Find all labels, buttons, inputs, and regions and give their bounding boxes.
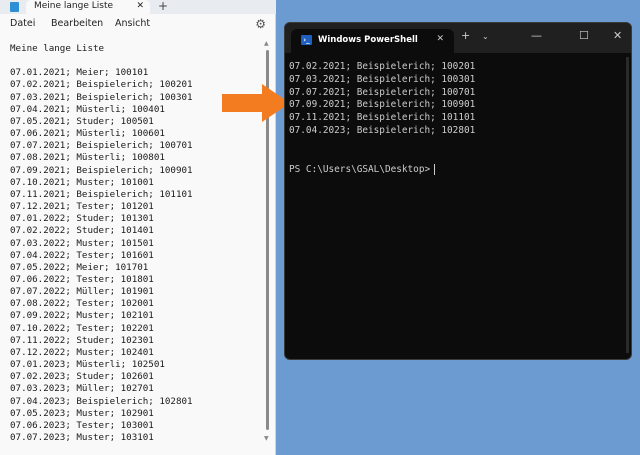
tab-title: Meine lange Liste — [34, 1, 114, 11]
output-line: 07.07.2021; Beispielerich; 100701 — [289, 86, 476, 98]
text-line: 07.06.2023; Tester; 103001 — [10, 419, 154, 431]
text-line: 07.04.2023; Beispielerich; 102801 — [10, 395, 193, 407]
text-line: 07.06.2021; Müsterli; 100601 — [10, 128, 165, 140]
text-line: 07.10.2022; Tester; 102201 — [10, 322, 154, 334]
menu-ansicht[interactable]: Ansicht — [115, 18, 150, 29]
tab-meine-lange-liste[interactable]: Meine lange Liste ✕ — [26, 0, 150, 14]
close-tab-icon[interactable]: ✕ — [136, 0, 144, 13]
text-line: 07.01.2021; Meier; 100101 — [10, 67, 149, 79]
new-tab-button[interactable]: + — [461, 29, 470, 42]
output-line: 07.03.2021; Beispielerich; 100301 — [289, 73, 476, 85]
text-line: 07.12.2022; Muster; 102401 — [10, 346, 154, 358]
new-tab-button[interactable]: + — [158, 0, 168, 13]
powershell-window: ›_ Windows PowerShell ✕ + ⌄ — ☐ ✕ 07.02.… — [284, 22, 632, 360]
close-window-button[interactable]: ✕ — [613, 29, 622, 42]
close-tab-icon[interactable]: ✕ — [436, 34, 444, 44]
terminal-title-bar: ›_ Windows PowerShell ✕ + ⌄ — ☐ ✕ — [285, 23, 631, 53]
menu-bar: Datei Bearbeiten Ansicht ⚙ — [0, 15, 276, 35]
text-line: 07.03.2022; Muster; 101501 — [10, 237, 154, 249]
text-line: 07.04.2022; Tester; 101601 — [10, 249, 154, 261]
text-line: 07.04.2021; Müsterli; 100401 — [10, 103, 165, 115]
text-line: 07.02.2021; Beispielerich; 100201 — [10, 79, 193, 91]
text-line: 07.06.2022; Tester; 101801 — [10, 273, 154, 285]
terminal-scrollbar[interactable] — [626, 57, 629, 353]
text-line: 07.05.2021; Studer; 100501 — [10, 115, 154, 127]
tab-dropdown-chevron-icon[interactable]: ⌄ — [482, 32, 489, 41]
notepad-window: Meine lange Liste ✕ + Datei Bearbeiten An… — [0, 0, 276, 455]
orange-arrow-icon — [222, 84, 290, 122]
menu-datei[interactable]: Datei — [10, 18, 35, 29]
text-line: 07.07.2021; Beispielerich; 100701 — [10, 140, 193, 152]
text-line: 07.05.2023; Muster; 102901 — [10, 407, 154, 419]
text-line: 07.07.2022; Müller; 101901 — [10, 286, 154, 298]
text-line: 07.01.2022; Studer; 101301 — [10, 213, 154, 225]
text-line: 07.02.2023; Studer; 102601 — [10, 371, 154, 383]
tab-windows-powershell[interactable]: ›_ Windows PowerShell ✕ — [291, 29, 454, 53]
output-line: 07.04.2023; Beispielerich; 102801 — [289, 124, 476, 136]
text-line: 07.09.2021; Beispielerich; 100901 — [10, 164, 193, 176]
scroll-up-icon[interactable]: ▲ — [264, 40, 269, 47]
text-line: 07.01.2023; Müsterli; 102501 — [10, 359, 165, 371]
terminal-output: 07.02.2021; Beispielerich; 100201 07.03.2… — [289, 61, 475, 138]
text-line: 07.02.2022; Studer; 101401 — [10, 225, 154, 237]
text-line: 07.12.2021; Tester; 101201 — [10, 201, 154, 213]
menu-bearbeiten[interactable]: Bearbeiten — [51, 18, 103, 29]
text-line: 07.09.2022; Muster; 102101 — [10, 310, 154, 322]
text-line: 07.10.2021; Muster; 101001 — [10, 176, 154, 188]
text-line: 07.03.2021; Beispielerich; 100301 — [10, 91, 193, 103]
text-line: 07.11.2021; Beispielerich; 101101 — [10, 188, 193, 200]
text-line: 07.05.2022; Meier; 101701 — [10, 261, 149, 273]
text-line: 07.08.2022; Tester; 102001 — [10, 298, 154, 310]
text-cursor — [434, 164, 436, 175]
maximize-button[interactable]: ☐ — [579, 29, 589, 42]
text-line: 07.08.2021; Müsterli; 100801 — [10, 152, 165, 164]
text-line: 07.11.2022; Studer; 102301 — [10, 334, 154, 346]
editor-text-area[interactable]: Meine lange Liste 07.01.2021; Meier; 100… — [10, 43, 193, 444]
notepad-tab-bar: Meine lange Liste ✕ + — [0, 0, 276, 14]
output-line: 07.09.2021; Beispielerich; 100901 — [289, 99, 476, 111]
minimize-button[interactable]: — — [531, 29, 542, 42]
notepad-app-icon — [10, 2, 19, 12]
scroll-down-icon[interactable]: ▼ — [264, 435, 269, 442]
text-line: 07.03.2023; Müller; 102701 — [10, 383, 154, 395]
settings-gear-icon[interactable]: ⚙ — [255, 17, 266, 31]
powershell-icon: ›_ — [301, 35, 312, 45]
text-line: 07.07.2023; Muster; 103101 — [10, 432, 154, 443]
output-line: 07.02.2021; Beispielerich; 100201 — [289, 61, 476, 72]
output-line: 07.11.2021; Beispielerich; 101101 — [289, 112, 476, 124]
heading-line: Meine lange Liste — [10, 43, 105, 54]
terminal-prompt[interactable]: PS C:\Users\GSAL\Desktop> — [289, 164, 436, 175]
